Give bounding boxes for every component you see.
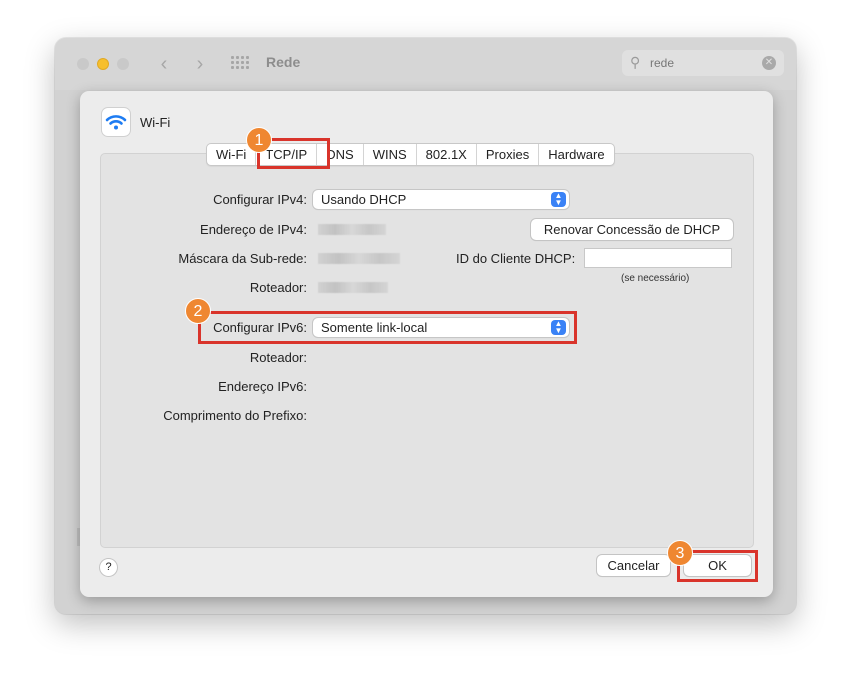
tab-wins[interactable]: WINS — [364, 144, 417, 165]
configure-ipv4-label: Configurar IPv4: — [213, 192, 307, 207]
cancel-button[interactable]: Cancelar — [597, 555, 670, 576]
search-field[interactable]: ⚲ ✕ — [622, 50, 784, 76]
close-window-button[interactable] — [77, 58, 89, 70]
renew-dhcp-button[interactable]: Renovar Concessão de DHCP — [531, 219, 733, 240]
titlebar: ‹ › Rede ⚲ ✕ — [55, 38, 796, 90]
tcpip-sheet: Wi-Fi Wi-Fi TCP/IP DNS WINS 802.1X Proxi… — [80, 91, 773, 597]
tab-8021x[interactable]: 802.1X — [417, 144, 477, 165]
prefix-length-label: Comprimento do Prefixo: — [163, 408, 307, 423]
search-icon: ⚲ — [630, 54, 641, 70]
dhcp-client-id-label: ID do Cliente DHCP: — [456, 251, 576, 266]
settings-panel — [100, 153, 754, 548]
configure-ipv4-value: Usando DHCP — [321, 192, 407, 207]
ipv4-address-value-redacted — [318, 224, 386, 235]
help-button[interactable]: ? — [100, 559, 117, 576]
tab-proxies[interactable]: Proxies — [477, 144, 540, 165]
ipv4-address-label: Endereço de IPv4: — [200, 222, 307, 237]
window-title: Rede — [266, 54, 301, 70]
popup-stepper-icon: ▲ ▼ — [551, 192, 566, 207]
ipv6-address-label: Endereço IPv6: — [218, 379, 307, 394]
forward-chevron-icon[interactable]: › — [187, 52, 213, 76]
tab-hardware[interactable]: Hardware — [539, 144, 613, 165]
ipv6-router-label: Roteador: — [249, 350, 307, 365]
annotation-badge-1: 1 — [246, 127, 272, 153]
configure-ipv4-popup[interactable]: Usando DHCP ▲ ▼ — [313, 190, 569, 209]
subnet-mask-value-redacted — [318, 253, 400, 264]
minimize-window-button[interactable] — [97, 58, 109, 70]
wifi-icon — [102, 108, 130, 136]
annotation-box-configure-ipv6 — [198, 311, 577, 344]
interface-name: Wi-Fi — [140, 115, 171, 130]
client-id-hint: (se necessário) — [621, 273, 690, 284]
back-chevron-icon[interactable]: ‹ — [151, 52, 177, 76]
dhcp-client-id-field[interactable] — [584, 248, 732, 268]
zoom-window-button[interactable] — [117, 58, 129, 70]
clear-search-icon[interactable]: ✕ — [762, 56, 776, 70]
show-all-grid-icon[interactable] — [231, 56, 251, 72]
annotation-badge-3: 3 — [667, 540, 693, 566]
search-input[interactable] — [650, 54, 760, 72]
annotation-badge-2: 2 — [185, 298, 211, 324]
ipv4-router-label: Roteador: — [249, 280, 307, 295]
ipv4-router-value-redacted — [318, 282, 388, 293]
subnet-mask-label: Máscara da Sub-rede: — [178, 251, 307, 266]
